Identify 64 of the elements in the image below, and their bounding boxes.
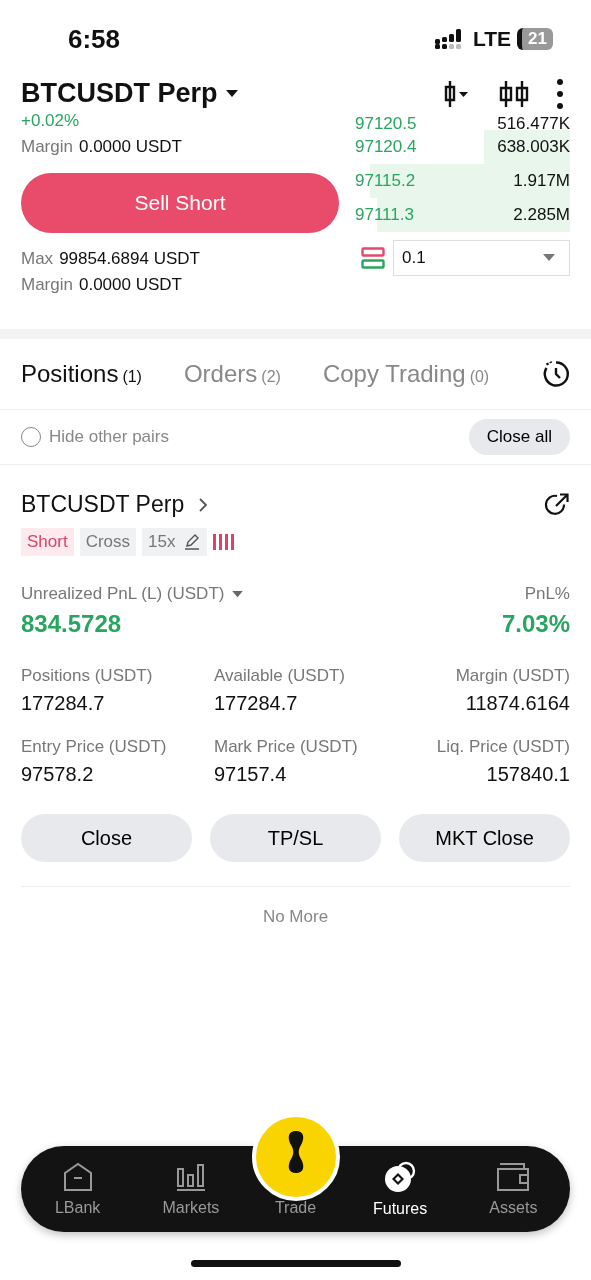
bid-amount: 516.477K: [497, 114, 570, 130]
leverage-tag[interactable]: 15x: [142, 528, 208, 556]
pnl-label[interactable]: Unrealized PnL (L) (USDT): [21, 584, 225, 604]
history-icon[interactable]: [542, 360, 570, 388]
action-button[interactable]: TP/SL: [210, 814, 381, 862]
stat-label: Mark Price (USDT): [214, 737, 359, 757]
edit-icon[interactable]: [183, 533, 202, 551]
bid-amount: 638.003K: [497, 137, 570, 157]
stat-value: 11874.6164: [464, 692, 570, 715]
bar-chart-icon: [174, 1161, 207, 1193]
side-tag: Short: [21, 528, 74, 556]
stat-label: Entry Price (USDT): [21, 737, 168, 757]
stat-label: Margin (USDT): [454, 666, 570, 686]
price-change: +0.02%: [21, 111, 81, 131]
stat-value: 97578.2: [21, 763, 95, 786]
no-more-label: No More: [262, 907, 329, 927]
stat-value: 177284.7: [214, 692, 299, 715]
stat-value: 157840.1: [485, 763, 570, 786]
stat-label: Available (USDT): [214, 666, 346, 686]
battery-level: 21: [517, 28, 553, 50]
stat-value: 97157.4: [214, 763, 288, 786]
max-label: Max: [21, 249, 54, 269]
coin-icon: [383, 1160, 418, 1194]
precision-dropdown[interactable]: 0.1: [393, 240, 570, 276]
max-value: 99854.6894 USDT: [59, 249, 200, 269]
stat-label: Liq. Price (USDT): [435, 737, 570, 757]
tab[interactable]: Positions (1): [21, 360, 142, 388]
nav-item[interactable]: Assets: [456, 1161, 570, 1217]
hide-pairs-label[interactable]: Hide other pairs: [49, 427, 169, 447]
pair-title[interactable]: BTCUSDT Perp: [21, 78, 218, 109]
sell-short-button[interactable]: Sell Short: [21, 173, 339, 233]
caret-icon[interactable]: [225, 89, 238, 98]
margin-label: Margin: [21, 275, 73, 295]
stat-label: Positions (USDT): [21, 666, 154, 686]
nav-item[interactable]: Futures: [343, 1160, 457, 1218]
candlestick-pair-icon[interactable]: [498, 80, 530, 108]
margin-label: Margin: [21, 137, 73, 157]
network-label: LTE: [472, 27, 512, 51]
home-icon: [61, 1161, 94, 1193]
action-button[interactable]: MKT Close: [399, 814, 570, 862]
status-time: 6:58: [68, 23, 121, 55]
wallet-icon: [496, 1161, 531, 1193]
pnl-value: 834.5728: [21, 610, 123, 638]
risk-bars-icon: [213, 534, 236, 550]
action-button[interactable]: Close: [21, 814, 192, 862]
share-icon[interactable]: [544, 491, 570, 518]
stat-value: 177284.7: [21, 692, 106, 715]
order-book-view-icon[interactable]: [361, 247, 385, 269]
bid-amount: 2.285M: [513, 205, 570, 225]
close-all-button[interactable]: Close all: [468, 419, 570, 455]
margin-value: 0.0000 USDT: [78, 137, 182, 157]
pnl-percent-label: PnL%: [523, 584, 570, 604]
nav-item[interactable]: Trade: [247, 1199, 344, 1217]
nav-item[interactable]: Markets: [134, 1161, 248, 1217]
bid-amount: 1.917M: [513, 171, 570, 191]
more-icon[interactable]: [556, 79, 564, 109]
pnl-percent-value: 7.03%: [501, 610, 570, 638]
tab[interactable]: Orders (2): [183, 360, 281, 388]
nav-item[interactable]: LBank: [21, 1161, 135, 1217]
margin-value: 0.0000 USDT: [78, 275, 182, 295]
margin-mode-tag: Cross: [79, 528, 137, 556]
chevron-right-icon[interactable]: [198, 496, 209, 513]
tab[interactable]: Copy Trading (0): [322, 360, 490, 388]
position-symbol[interactable]: BTCUSDT Perp: [21, 491, 185, 518]
